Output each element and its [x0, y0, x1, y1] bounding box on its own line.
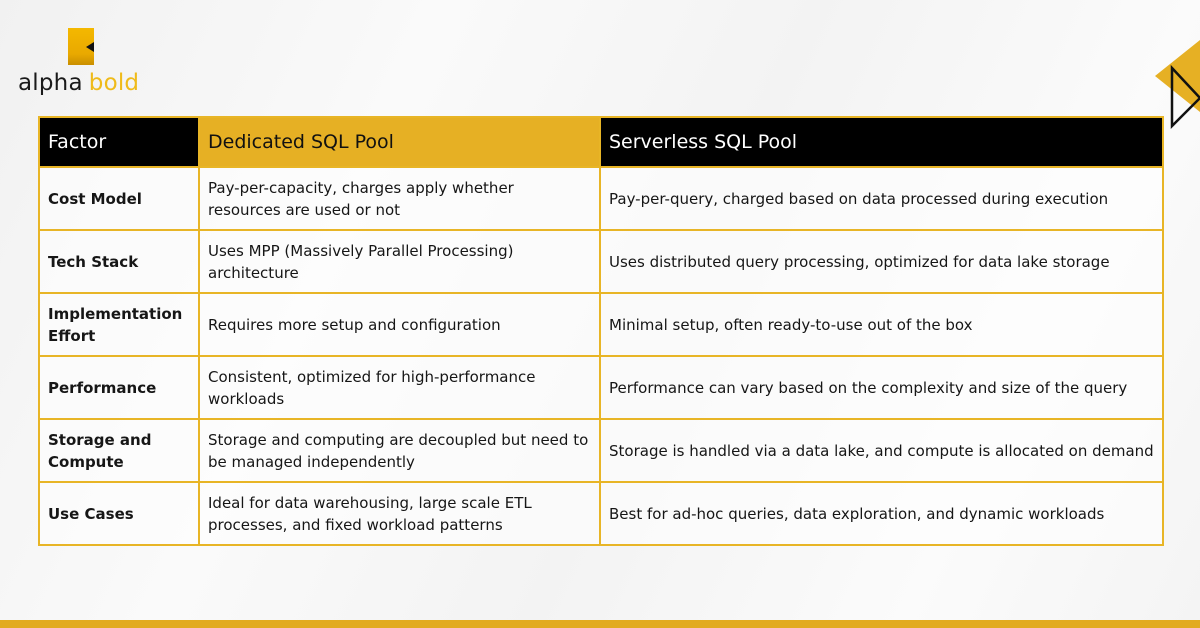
header-serverless-sql-pool: Serverless SQL Pool — [599, 116, 1164, 168]
logo-text-alpha: alpha — [18, 70, 83, 96]
table-row: Storage and Compute Storage and computin… — [38, 418, 1164, 483]
comparison-table-container: Factor Dedicated SQL Pool Serverless SQL… — [38, 116, 1164, 546]
logo-text-bold: bold — [88, 70, 140, 96]
table-row: Use Cases Ideal for data warehousing, la… — [38, 481, 1164, 546]
factor-cell: Performance — [38, 355, 200, 420]
table-row: Performance Consistent, optimized for hi… — [38, 355, 1164, 420]
serverless-cell: Pay-per-query, charged based on data pro… — [599, 166, 1164, 231]
bottom-accent-bar — [0, 620, 1200, 628]
factor-cell: Tech Stack — [38, 229, 200, 294]
serverless-cell: Best for ad-hoc queries, data exploratio… — [599, 481, 1164, 546]
table-row: Tech Stack Uses MPP (Massively Parallel … — [38, 229, 1164, 294]
dedicated-cell: Ideal for data warehousing, large scale … — [198, 481, 601, 546]
serverless-cell: Storage is handled via a data lake, and … — [599, 418, 1164, 483]
factor-cell: Use Cases — [38, 481, 200, 546]
table-row: Implementation Effort Requires more setu… — [38, 292, 1164, 357]
table-row: Cost Model Pay-per-capacity, charges app… — [38, 166, 1164, 231]
dedicated-cell: Pay-per-capacity, charges apply whether … — [198, 166, 601, 231]
alphabold-logo: alpha bold — [18, 28, 148, 100]
header-dedicated-sql-pool: Dedicated SQL Pool — [198, 116, 601, 168]
logo-wordmark: alpha bold — [18, 72, 139, 95]
table-header-row: Factor Dedicated SQL Pool Serverless SQL… — [38, 116, 1164, 168]
dedicated-cell: Consistent, optimized for high-performan… — [198, 355, 601, 420]
logo-notch — [86, 42, 94, 52]
serverless-cell: Performance can vary based on the comple… — [599, 355, 1164, 420]
dedicated-cell: Uses MPP (Massively Parallel Processing)… — [198, 229, 601, 294]
dedicated-cell: Requires more setup and configuration — [198, 292, 601, 357]
header-factor: Factor — [38, 116, 200, 168]
serverless-cell: Uses distributed query processing, optim… — [599, 229, 1164, 294]
factor-cell: Implementation Effort — [38, 292, 200, 357]
serverless-cell: Minimal setup, often ready-to-use out of… — [599, 292, 1164, 357]
comparison-table: Factor Dedicated SQL Pool Serverless SQL… — [38, 116, 1164, 546]
dedicated-cell: Storage and computing are decoupled but … — [198, 418, 601, 483]
logo-mark-icon — [68, 28, 94, 65]
factor-cell: Cost Model — [38, 166, 200, 231]
factor-cell: Storage and Compute — [38, 418, 200, 483]
